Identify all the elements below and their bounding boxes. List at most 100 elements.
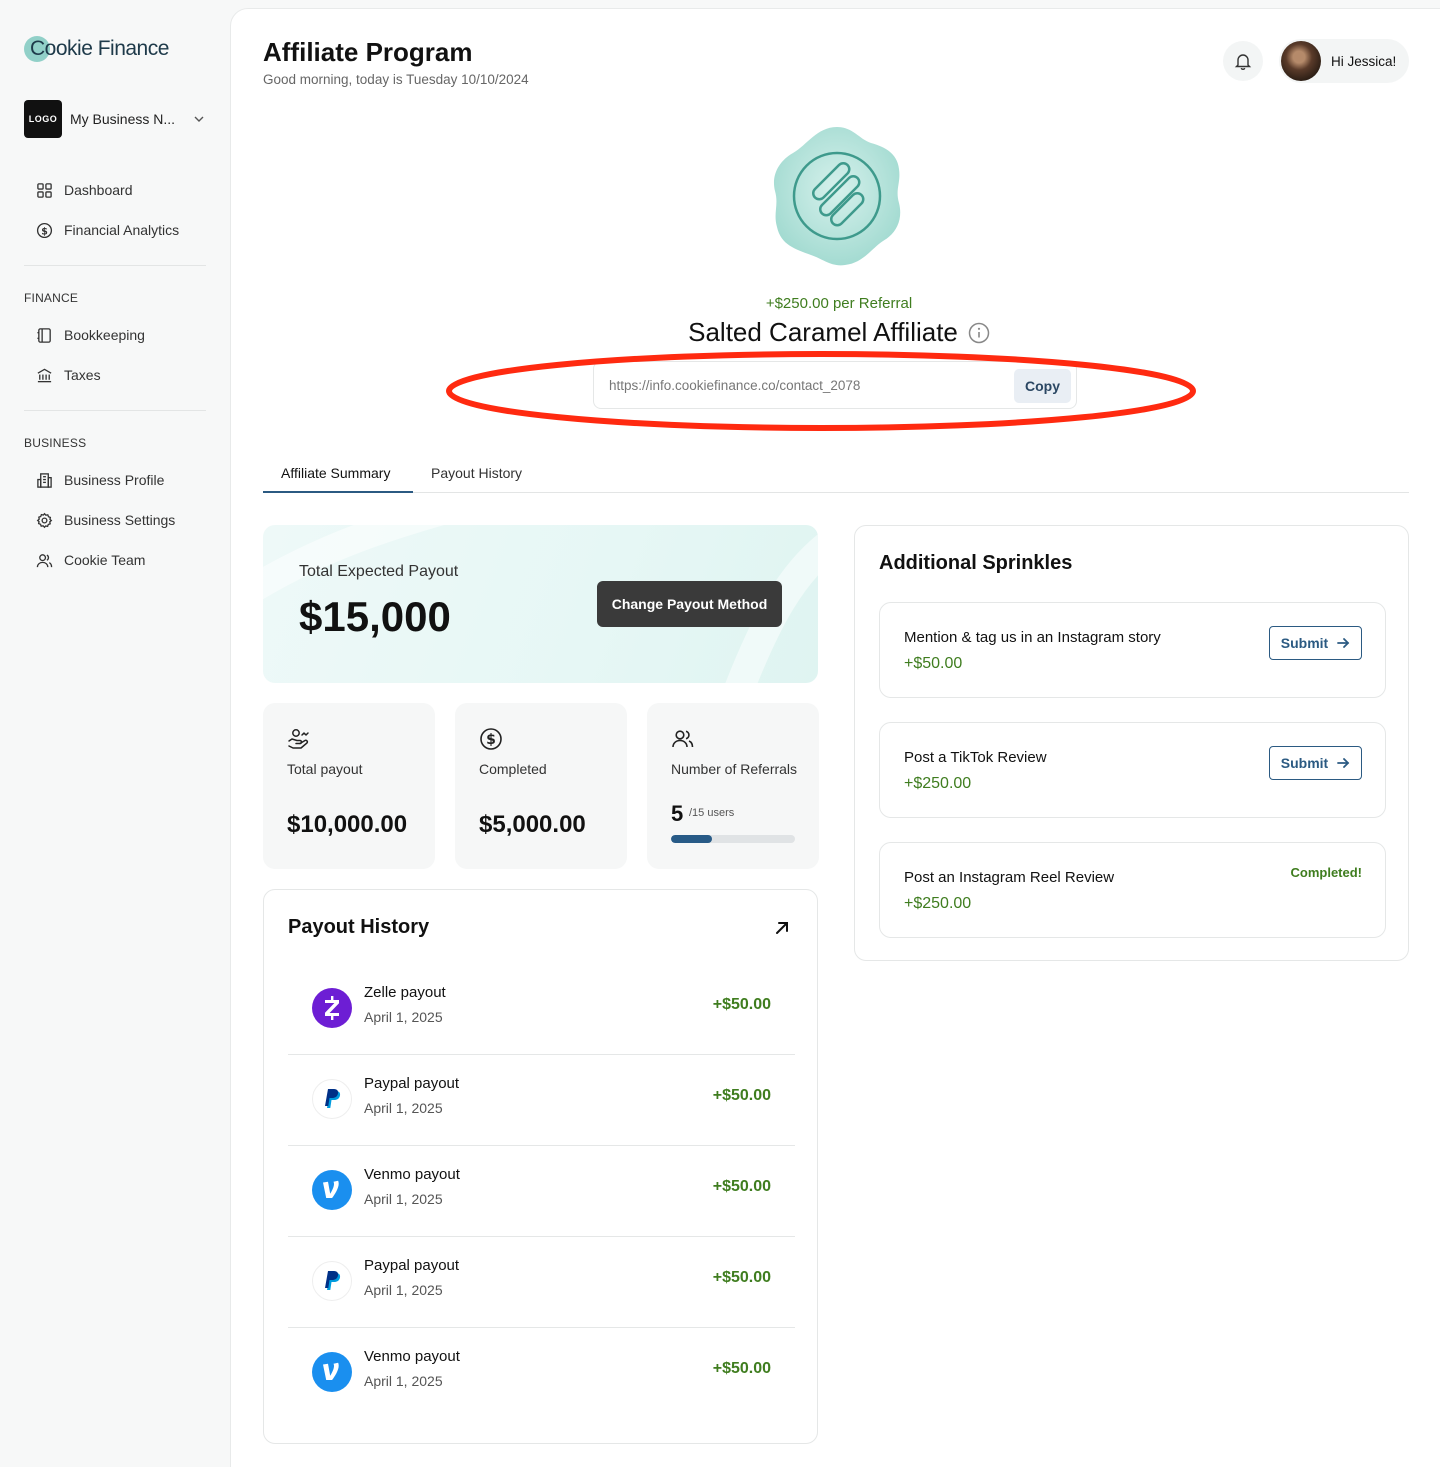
sprinkle-task-reward: +$250.00 [904,895,972,912]
sidebar-item-business-settings[interactable]: Business Settings [36,510,175,530]
arrow-up-right-icon[interactable] [774,920,790,936]
payout-date: April 1, 2025 [364,1282,443,1298]
svg-text:$: $ [41,226,48,237]
tab-payout-history[interactable]: Payout History [431,459,551,493]
tab-bar: Affiliate Summary Payout History [263,459,1409,493]
sidebar-item-label: Business Settings [64,512,176,528]
payout-amount: +$50.00 [712,1178,771,1195]
sidebar-item-label: Bookkeeping [64,327,145,343]
user-menu[interactable]: Hi Jessica! [1279,39,1409,83]
sidebar-item-financial-analytics[interactable]: $ Financial Analytics [36,220,179,240]
sidebar-item-cookie-team[interactable]: Cookie Team [36,550,145,570]
submit-label: Submit [1280,755,1329,771]
dollar-circle-icon: $ [36,222,53,238]
payout-row[interactable]: Venmo payout April 1, 2025 +$50.00 [288,1146,795,1237]
sidebar-item-label: Business Profile [64,472,165,488]
payout-name: Zelle payout [364,984,446,1001]
arrow-right-icon [1337,638,1350,648]
brand-name: Cookie Finance [30,37,169,60]
annotation-ellipse [446,351,1196,431]
hand-coin-icon [288,729,309,749]
affiliate-tier-row: Salted Caramel Affiliate [231,317,1440,348]
sidebar-item-label: Taxes [64,367,101,383]
affiliate-badge-icon [773,127,901,266]
payout-row[interactable]: Paypal payout April 1, 2025 +$50.00 [288,1055,795,1146]
sprinkle-task-reward: +$50.00 [904,655,963,672]
referrals-progress-fill [671,835,713,843]
total-payout-card: Total payout $10,000.00 [263,703,435,869]
referrals-count: 5 [671,801,684,826]
notifications-button[interactable] [1223,41,1263,81]
paypal-icon [312,1261,352,1301]
payout-row[interactable]: Zelle payout April 1, 2025 +$50.00 [288,964,795,1055]
business-logo: LOGO [24,100,62,138]
payout-date: April 1, 2025 [364,1100,443,1116]
payout-name: Venmo payout [364,1166,460,1183]
expected-payout-value: $15,000 [299,593,451,640]
sidebar-item-dashboard[interactable]: Dashboard [36,180,133,200]
sidebar-item-label: Dashboard [64,182,133,198]
ledger-icon [37,327,51,343]
svg-text:$: $ [486,732,496,748]
venmo-icon [312,1352,352,1392]
page-subtitle: Good morning, today is Tuesday 10/10/202… [263,72,529,87]
completed-status: Completed! [1290,865,1363,880]
sprinkle-task-name: Mention & tag us in an Instagram story [904,629,1161,646]
total-payout-label: Total payout [287,761,363,777]
avatar [1281,41,1321,81]
referrals-card: Number of Referrals 5 /15 users [647,703,819,869]
sidebar-divider [24,265,206,266]
change-payout-method-button[interactable]: Change Payout Method [597,581,782,627]
completed-card: $ Completed $5,000.00 [455,703,627,869]
sidebar-item-bookkeeping[interactable]: Bookkeeping [36,325,145,345]
sprinkles-title: Additional Sprinkles [879,552,1073,574]
submit-button[interactable]: Submit [1269,746,1362,780]
sidebar-item-taxes[interactable]: Taxes [36,365,101,385]
sidebar-section-business: BUSINESS [24,436,87,450]
payout-history-title: Payout History [288,916,430,938]
per-referral-reward: +$250.00 per Referral [765,295,913,312]
affiliate-tier-name: Salted Caramel Affiliate [688,317,958,347]
payout-name: Venmo payout [364,1348,460,1365]
business-switcher[interactable]: LOGO My Business N... [24,100,206,138]
referrals-label: Number of Referrals [671,761,798,777]
venmo-icon [312,1170,352,1210]
tab-affiliate-summary[interactable]: Affiliate Summary [263,459,413,493]
sidebar-item-business-profile[interactable]: Business Profile [36,470,164,490]
submit-button[interactable]: Submit [1269,626,1362,660]
building-icon [37,472,52,488]
zelle-icon [312,988,352,1028]
paypal-icon [312,1079,352,1119]
payout-amount: +$50.00 [712,1269,771,1286]
submit-label: Submit [1280,635,1329,651]
completed-label: Completed [479,761,547,777]
referrals-progress-bar [671,835,795,843]
payout-amount: +$50.00 [712,996,771,1013]
sprinkle-task-reward: +$250.00 [904,775,972,792]
info-icon[interactable] [968,322,990,344]
bank-icon [37,368,52,382]
payout-row[interactable]: Paypal payout April 1, 2025 +$50.00 [288,1237,795,1328]
payout-name: Paypal payout [364,1075,460,1092]
dollar-circle-icon: $ [480,728,502,750]
sidebar-divider [24,410,206,411]
sidebar: Cookie Finance LOGO My Business N... Das… [0,0,230,1467]
sprinkle-task: Post an Instagram Reel Review +$250.00 C… [879,842,1386,938]
completed-value: $5,000.00 [479,811,586,838]
main-content: Affiliate Program Good morning, today is… [230,8,1440,1467]
users-icon [672,730,694,748]
payout-name: Paypal payout [364,1257,460,1274]
sidebar-item-label: Cookie Team [64,552,146,568]
payout-amount: +$50.00 [712,1087,771,1104]
sidebar-item-label: Financial Analytics [64,222,180,238]
payout-date: April 1, 2025 [364,1009,443,1025]
additional-sprinkles-card: Additional Sprinkles Mention & tag us in… [854,525,1409,961]
sprinkle-task-name: Post a TikTok Review [904,749,1047,766]
business-name: My Business N... [70,111,176,127]
sidebar-section-finance: FINANCE [24,291,79,305]
arrow-right-icon [1337,758,1350,768]
chevron-down-icon [194,116,204,122]
brand-logo[interactable]: Cookie Finance [24,34,169,64]
payout-row[interactable]: Venmo payout April 1, 2025 +$50.00 [288,1328,795,1419]
grid-icon [37,182,52,198]
